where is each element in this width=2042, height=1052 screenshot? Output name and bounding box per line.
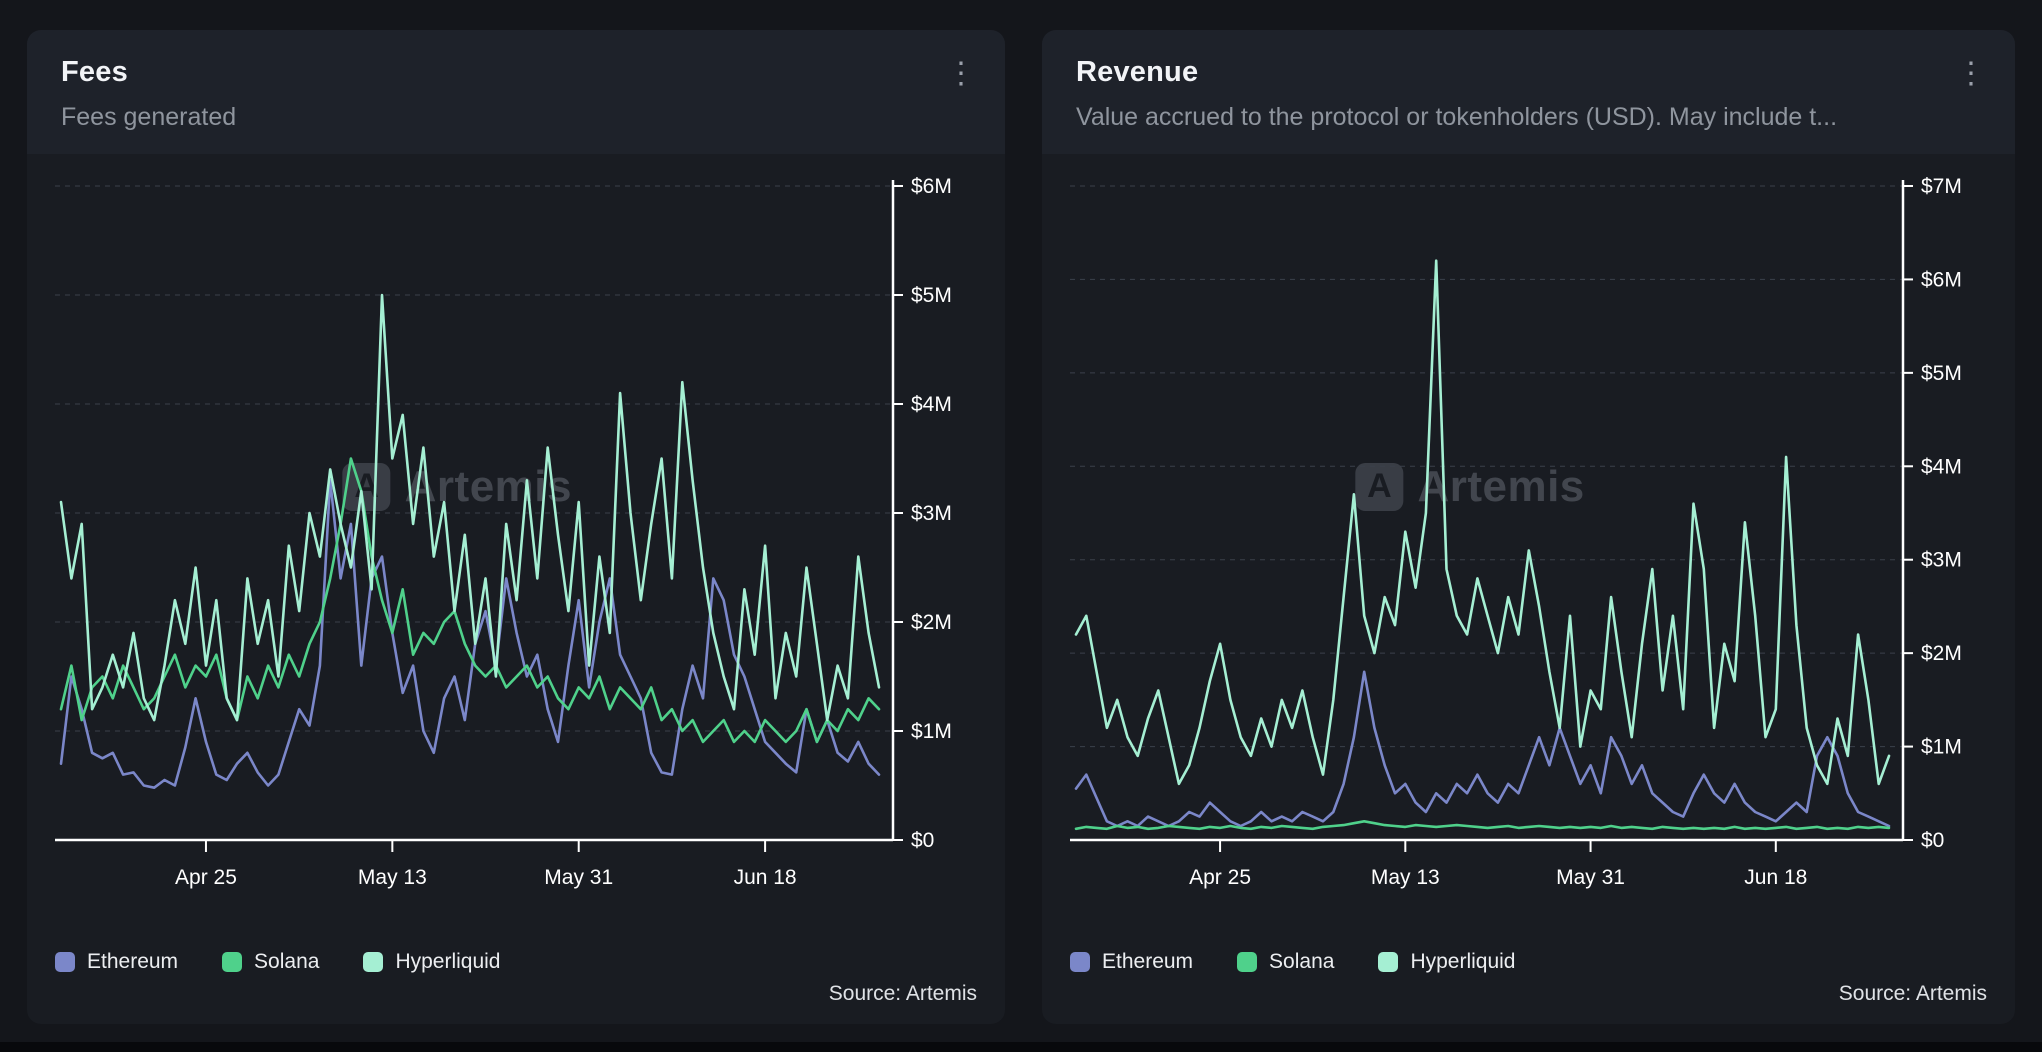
svg-text:Jun 18: Jun 18 xyxy=(734,866,797,889)
svg-text:$5M: $5M xyxy=(1921,362,1962,385)
revenue-line-chart[interactable]: $0 $1M $2M $3M $4M $5M $6M $7M Apr 25 May 13 May 3… xyxy=(1070,168,1987,900)
svg-text:$1M: $1M xyxy=(911,720,952,743)
legend-item-ethereum[interactable]: Ethereum xyxy=(1070,950,1193,974)
hyperliquid-swatch-icon xyxy=(363,952,383,972)
revenue-card: Revenue Value accrued to the protocol or… xyxy=(1042,30,2015,1024)
svg-text:$7M: $7M xyxy=(1921,175,1962,198)
fees-card-footer: Ethereum Solana Hyperliquid Source: Arte… xyxy=(27,946,1005,1024)
revenue-card-header: Revenue Value accrued to the protocol or… xyxy=(1042,30,2015,154)
kebab-menu-icon[interactable]: ⋮ xyxy=(941,52,981,96)
kebab-menu-icon[interactable]: ⋮ xyxy=(1951,52,1991,96)
legend-item-hyperliquid[interactable]: Hyperliquid xyxy=(1378,950,1515,974)
svg-text:Apr 25: Apr 25 xyxy=(175,866,237,889)
legend-label: Ethereum xyxy=(87,950,178,974)
svg-text:$0: $0 xyxy=(911,829,934,852)
legend-label: Hyperliquid xyxy=(395,950,500,974)
fees-card: Fees Fees generated ⋮ A Artemis $0$1M$2M… xyxy=(27,30,1005,1024)
fees-chart-area: A Artemis $0$1M$2M$3M$4M$5M$6MApr 25May … xyxy=(27,154,1005,946)
ethereum-swatch-icon xyxy=(1070,952,1090,972)
hyperliquid-swatch-icon xyxy=(1378,952,1398,972)
svg-text:Apr 25: Apr 25 xyxy=(1189,866,1251,889)
svg-text:May 31: May 31 xyxy=(544,866,613,889)
card-subtitle: Value accrued to the protocol or tokenho… xyxy=(1076,103,1981,132)
svg-text:$3M: $3M xyxy=(1921,549,1962,572)
legend-item-hyperliquid[interactable]: Hyperliquid xyxy=(363,950,500,974)
legend: Ethereum Solana Hyperliquid xyxy=(1070,950,1987,974)
page-title: Fees xyxy=(61,56,971,89)
revenue-chart-area: A Artemis $0$1M$2M$3M$4M$5M$6M$7MApr 25M… xyxy=(1042,154,2015,946)
card-subtitle: Fees generated xyxy=(61,103,971,132)
svg-text:$1M: $1M xyxy=(1921,736,1962,759)
svg-text:$0: $0 xyxy=(1921,829,1944,852)
page-title: Revenue xyxy=(1076,56,1981,89)
revenue-card-footer: Ethereum Solana Hyperliquid Source: Arte… xyxy=(1042,946,2015,1024)
svg-text:$2M: $2M xyxy=(1921,642,1962,665)
legend-item-solana[interactable]: Solana xyxy=(222,950,319,974)
solana-swatch-icon xyxy=(1237,952,1257,972)
svg-text:$4M: $4M xyxy=(911,393,952,416)
legend-label: Ethereum xyxy=(1102,950,1193,974)
solana-swatch-icon xyxy=(222,952,242,972)
legend-item-solana[interactable]: Solana xyxy=(1237,950,1334,974)
svg-text:May 13: May 13 xyxy=(1371,866,1440,889)
source-attribution: Source: Artemis xyxy=(55,982,977,1006)
svg-text:$6M: $6M xyxy=(911,175,952,198)
svg-text:May 31: May 31 xyxy=(1556,866,1625,889)
svg-text:$5M: $5M xyxy=(911,284,952,307)
svg-text:$2M: $2M xyxy=(911,611,952,634)
svg-text:$6M: $6M xyxy=(1921,268,1962,291)
legend-item-ethereum[interactable]: Ethereum xyxy=(55,950,178,974)
source-attribution: Source: Artemis xyxy=(1070,982,1987,1006)
bottom-strip xyxy=(0,1042,2042,1052)
legend-label: Solana xyxy=(1269,950,1334,974)
svg-text:$3M: $3M xyxy=(911,502,952,525)
svg-text:Jun 18: Jun 18 xyxy=(1744,866,1807,889)
ethereum-swatch-icon xyxy=(55,952,75,972)
legend-label: Hyperliquid xyxy=(1410,950,1515,974)
fees-card-header: Fees Fees generated ⋮ xyxy=(27,30,1005,154)
svg-text:May 13: May 13 xyxy=(358,866,427,889)
legend-label: Solana xyxy=(254,950,319,974)
legend: Ethereum Solana Hyperliquid xyxy=(55,950,977,974)
fees-line-chart[interactable]: $0 $1M $2M $3M $4M $5M $6M Apr 25 May 13 May 31 Ju… xyxy=(55,168,977,900)
svg-text:$4M: $4M xyxy=(1921,455,1962,478)
